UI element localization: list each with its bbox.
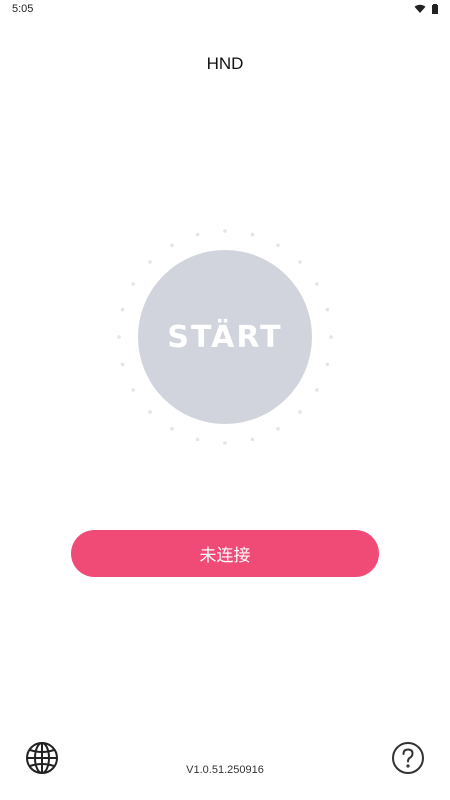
ring-dot <box>170 427 174 431</box>
ring-dot <box>223 441 227 445</box>
ring-dot <box>315 282 319 286</box>
ring-dot <box>276 427 280 431</box>
status-time: 5:05 <box>12 3 34 15</box>
connect-button[interactable]: 未连接 <box>71 530 379 577</box>
battery-icon <box>432 4 438 14</box>
start-button[interactable]: STÄRT <box>138 250 312 424</box>
ring-dot <box>117 335 121 339</box>
ring-dot <box>120 307 125 312</box>
ring-dot <box>250 437 255 442</box>
ring-dot <box>131 282 135 286</box>
ring-dot <box>148 410 152 414</box>
ring-dot <box>148 260 152 264</box>
ring-dot <box>170 243 174 247</box>
ring-dot <box>195 232 200 237</box>
ring-dot <box>276 243 280 247</box>
help-icon[interactable] <box>390 740 426 776</box>
ring-dot <box>325 307 330 312</box>
ring-dot <box>298 410 302 414</box>
ring-dot <box>120 362 125 367</box>
wifi-icon <box>414 4 426 13</box>
ring-dot <box>195 437 200 442</box>
status-icons <box>414 4 438 14</box>
ring-dot <box>298 260 302 264</box>
start-area: STÄRT <box>112 224 338 450</box>
ring-dot <box>315 388 319 392</box>
ring-dot <box>131 388 135 392</box>
start-label: STÄRT <box>167 319 283 355</box>
page-title: HND <box>206 54 244 73</box>
ring-dot <box>325 362 330 367</box>
ring-dot <box>223 229 227 233</box>
version-text: V1.0.51.250916 <box>186 764 264 776</box>
status-bar: 5:05 <box>0 0 450 20</box>
ring-dot <box>329 335 333 339</box>
ring-dot <box>250 232 255 237</box>
